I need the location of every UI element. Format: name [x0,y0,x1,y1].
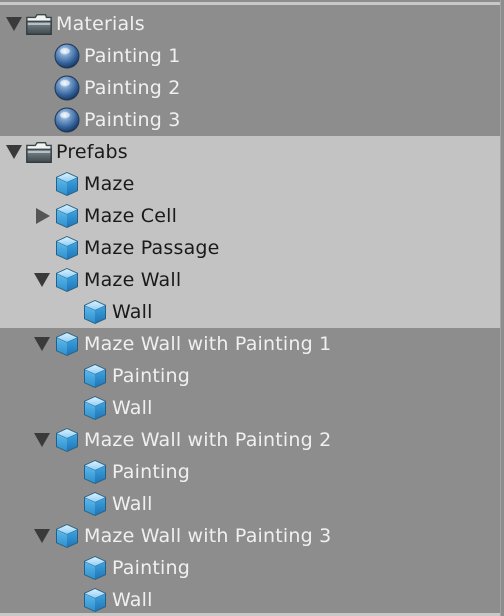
tree-item[interactable]: Painting 3 [0,104,500,136]
tree-item-label: Painting 2 [84,77,181,99]
tree-item-label: Wall [112,301,153,323]
material-sphere-icon [53,74,81,102]
tree-item[interactable]: Wall [0,584,500,616]
prefab-cube-icon [53,234,81,262]
tree-item-label: Prefabs [56,141,128,163]
tree-item[interactable]: Painting 1 [0,40,500,72]
tree-item-label: Maze Wall [84,269,182,291]
tree-item[interactable]: Painting 2 [0,72,500,104]
scrollbar-edge [500,0,504,616]
tree-item[interactable]: Wall [0,392,500,424]
tree-item[interactable]: Materials [0,8,500,40]
prefab-cube-icon [53,330,81,358]
prefab-cube-icon [53,426,81,454]
foldout-toggle[interactable] [6,17,25,31]
folder-icon [25,10,53,38]
tree-item-label: Painting [112,557,190,579]
expand-arrow-right-icon[interactable] [36,208,50,224]
tree-item-label: Wall [112,589,153,611]
tree-item[interactable]: Painting [0,552,500,584]
tree-item-label: Maze Cell [84,205,178,227]
tree-item[interactable]: Maze Cell [0,200,500,232]
folder-icon [25,138,53,166]
tree-item[interactable]: Maze Wall [0,264,500,296]
tree-item-label: Painting [112,365,190,387]
tree-item[interactable]: Prefabs [0,136,500,168]
top-border-line [0,2,500,5]
foldout-toggle[interactable] [34,433,53,447]
prefab-cube-icon [81,298,109,326]
foldout-toggle[interactable] [34,337,53,351]
expand-arrow-down-icon[interactable] [34,273,50,287]
project-tree: Materials Painting 1 Painting 2 Painting 3 P… [0,8,500,616]
expand-arrow-down-icon[interactable] [34,337,50,351]
material-sphere-icon [53,106,81,134]
tree-item-label: Maze Passage [84,237,220,259]
tree-item-label: Painting [112,461,190,483]
top-border [0,0,504,6]
material-sphere-icon [53,42,81,70]
expand-arrow-down-icon[interactable] [34,433,50,447]
expand-arrow-down-icon[interactable] [6,17,22,31]
prefab-cube-icon [81,586,109,614]
tree-item-label: Maze Wall with Painting 3 [84,525,332,547]
tree-item[interactable]: Maze Wall with Painting 3 [0,520,500,552]
prefab-cube-icon [53,266,81,294]
tree-item-label: Materials [56,13,145,35]
prefab-cube-icon [53,522,81,550]
foldout-toggle[interactable] [6,145,25,159]
tree-item[interactable]: Maze Wall with Painting 2 [0,424,500,456]
tree-item[interactable]: Painting [0,360,500,392]
tree-item-label: Wall [112,493,153,515]
tree-item-label: Painting 3 [84,109,181,131]
prefab-cube-icon [81,394,109,422]
tree-item[interactable]: Wall [0,296,500,328]
expand-arrow-down-icon[interactable] [6,145,22,159]
tree-item[interactable]: Maze Passage [0,232,500,264]
tree-item[interactable]: Wall [0,488,500,520]
tree-item-label: Maze [84,173,135,195]
expand-arrow-down-icon[interactable] [34,529,50,543]
prefab-cube-icon [81,490,109,518]
prefab-cube-icon [53,202,81,230]
tree-item-label: Maze Wall with Painting 2 [84,429,332,451]
tree-item-label: Maze Wall with Painting 1 [84,333,332,355]
tree-item[interactable]: Painting [0,456,500,488]
foldout-toggle[interactable] [34,529,53,543]
prefab-cube-icon [81,458,109,486]
tree-item[interactable]: Maze [0,168,500,200]
prefab-cube-icon [81,554,109,582]
tree-item-label: Painting 1 [84,45,181,67]
prefab-cube-icon [53,170,81,198]
tree-item-label: Wall [112,397,153,419]
foldout-toggle[interactable] [34,208,53,224]
prefab-cube-icon [81,362,109,390]
tree-item[interactable]: Maze Wall with Painting 1 [0,328,500,360]
foldout-toggle[interactable] [34,273,53,287]
